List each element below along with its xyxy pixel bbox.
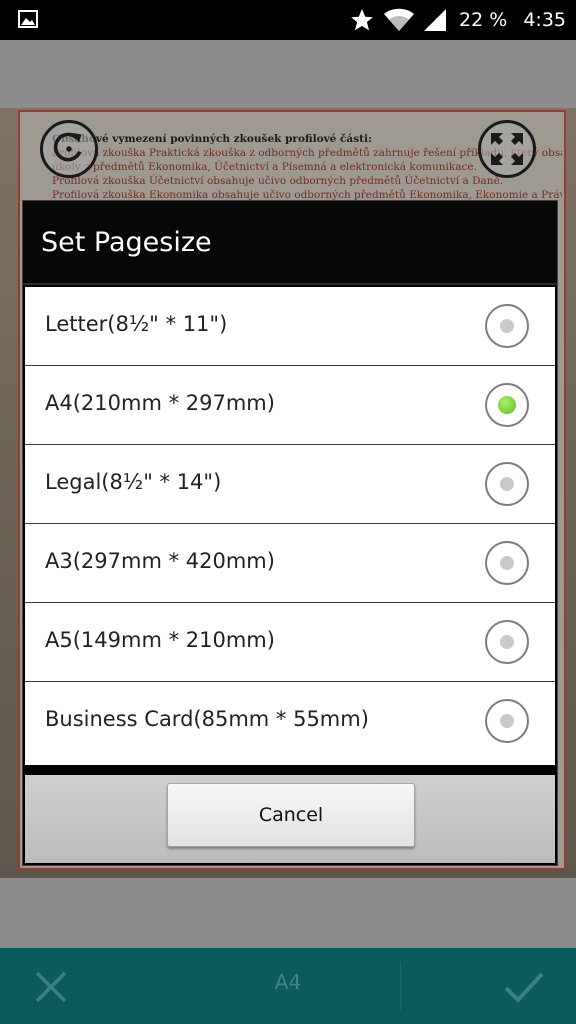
radio-button[interactable] [485,699,529,743]
radio-dot [498,396,516,414]
option-label: Business Card(85mm * 55mm) [45,707,369,731]
current-pagesize-label[interactable]: A4 [240,970,336,994]
dialog-footer: Cancel [25,775,555,863]
wifi-icon [384,8,415,31]
status-bar: 22 % 4:35 [0,0,576,40]
battery-percentage: 22 % [459,9,508,31]
pagesize-options-list: Letter(8½" * 11") A4(210mm * 297mm) Lega… [25,287,555,765]
option-label: Letter(8½" * 11") [45,312,228,336]
pagesize-option-a5[interactable]: A5(149mm * 210mm) [25,603,555,682]
bottom-toolbar: A4 [0,948,576,1024]
rotate-icon [53,132,82,162]
radio-dot [500,556,514,570]
radio-button[interactable] [485,462,529,506]
document-line: Profilová zkouška Účetnictví obsahuje uč… [52,175,504,187]
rotate-button[interactable] [40,120,98,178]
radio-button-selected[interactable] [485,383,529,427]
option-label: A4(210mm * 297mm) [45,391,275,415]
fullscreen-button[interactable] [478,120,536,178]
radio-button[interactable] [485,304,529,348]
radio-button[interactable] [485,620,529,664]
pagesize-option-business-card[interactable]: Business Card(85mm * 55mm) [25,682,555,761]
radio-dot [500,635,514,649]
option-label: Legal(8½" * 14") [45,470,222,494]
radio-dot [500,477,514,491]
signal-icon [424,9,447,31]
checkmark-icon[interactable] [500,964,548,1010]
toolbar-divider [400,962,401,1010]
star-icon [351,9,373,31]
close-icon[interactable] [28,964,74,1010]
radio-dot [500,714,514,728]
pagesize-option-a4[interactable]: A4(210mm * 297mm) [25,366,555,445]
set-pagesize-dialog: Set Pagesize Letter(8½" * 11") A4(210mm … [22,200,558,866]
option-label: A5(149mm * 210mm) [45,628,275,652]
image-icon [18,10,38,28]
radio-button[interactable] [485,541,529,585]
clock: 4:35 [523,9,566,31]
pagesize-option-letter[interactable]: Letter(8½" * 11") [25,287,555,366]
dialog-title: Set Pagesize [41,227,212,258]
option-label: A3(297mm * 420mm) [45,549,275,573]
dialog-header: Set Pagesize [23,201,557,285]
radio-dot [500,319,514,333]
pagesize-option-legal[interactable]: Legal(8½" * 14") [25,445,555,524]
cancel-button[interactable]: Cancel [167,783,415,847]
expand-icon [491,133,523,165]
pagesize-option-a3[interactable]: A3(297mm * 420mm) [25,524,555,603]
dialog-separator [25,765,555,775]
